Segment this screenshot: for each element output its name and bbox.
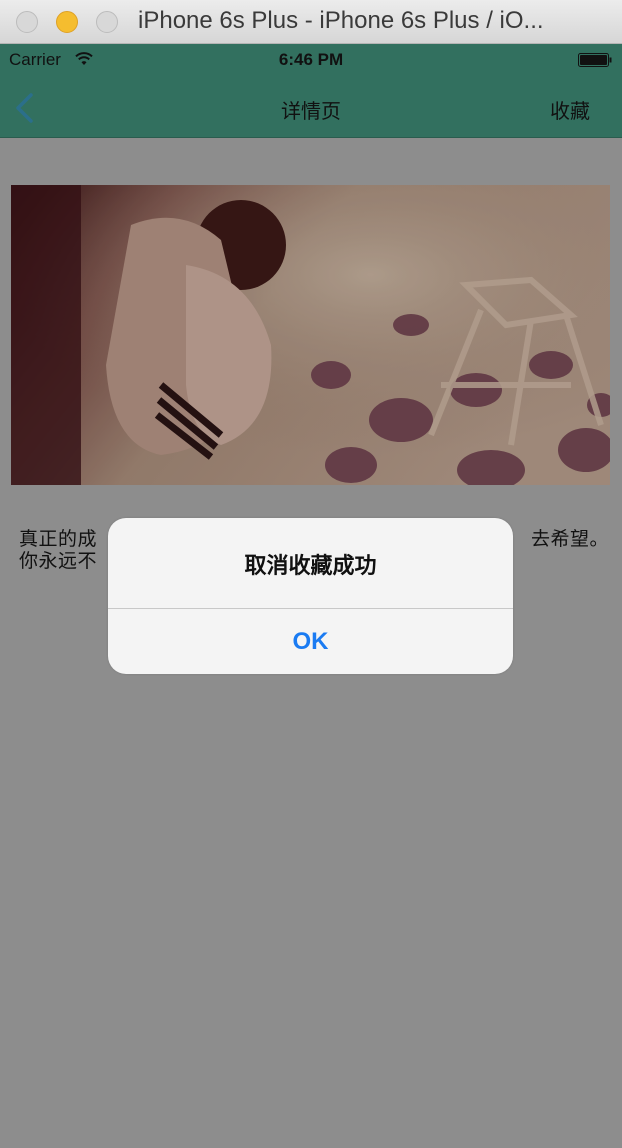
photo-illustration	[11, 185, 610, 485]
ios-status-bar: Carrier 6:46 PM	[0, 44, 622, 76]
alert-ok-button[interactable]: OK	[108, 609, 513, 674]
battery-icon	[578, 53, 612, 67]
detail-photo	[11, 185, 610, 485]
window-zoom-button[interactable]	[96, 11, 118, 33]
alert-title: 取消收藏成功	[244, 554, 377, 579]
favorite-button[interactable]: 收藏	[550, 95, 590, 124]
navigation-bar: 详情页 收藏	[0, 76, 622, 138]
window-minimize-button[interactable]	[56, 11, 78, 33]
window-title: iPhone 6s Plus - iPhone 6s Plus / iO...	[138, 7, 544, 34]
alert-dialog: 取消收藏成功 OK	[108, 518, 513, 674]
window-close-button[interactable]	[16, 11, 38, 33]
article-line-1-left: 真正的成	[19, 528, 98, 550]
simulator-title-bar: iPhone 6s Plus - iPhone 6s Plus / iO...	[0, 0, 622, 44]
nav-title: 详情页	[281, 99, 341, 123]
status-time: 6:46 PM	[278, 50, 344, 69]
article-line-2-left: 你永远不	[19, 550, 98, 572]
article-line-1-right: 去希望。	[530, 528, 609, 550]
